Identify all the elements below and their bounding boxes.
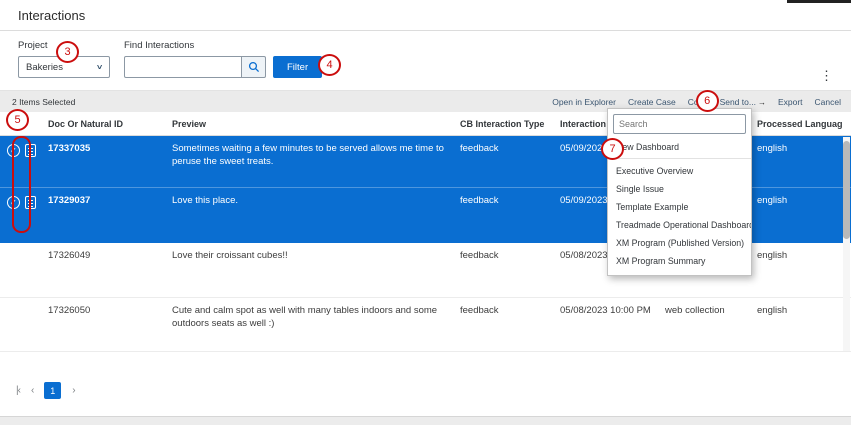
menu-item-xm-program-summary[interactable]: XM Program Summary bbox=[608, 252, 751, 270]
cancel-action[interactable]: Cancel bbox=[815, 97, 841, 107]
find-interactions-row: Filter bbox=[124, 56, 322, 78]
menu-item-template-example[interactable]: Template Example bbox=[608, 198, 751, 216]
toolbar-actions: Open in Explorer Create Case Copy 6 Send… bbox=[552, 97, 841, 107]
preview-cell: Sometimes waiting a few minutes to be se… bbox=[168, 136, 456, 187]
selection-status: 2 Items Selected bbox=[12, 97, 75, 107]
table-row[interactable]: 17326050 Cute and calm spot as well with… bbox=[0, 298, 851, 352]
menu-item-treadmade-operational-dashboard[interactable]: Treadmade Operational Dashboard bbox=[608, 216, 751, 234]
menu-item-single-issue[interactable]: Single Issue bbox=[608, 180, 751, 198]
send-to-action[interactable]: Send to...→ bbox=[720, 97, 766, 107]
filter-bar: Project Bakeries ∨ Find Interactions Fil… bbox=[0, 31, 851, 90]
next-page-button[interactable]: › bbox=[72, 385, 74, 396]
interaction-type-cell: feedback bbox=[456, 298, 556, 351]
interaction-type-cell: feedback bbox=[456, 243, 556, 297]
doc-id-cell[interactable]: 17326050 bbox=[44, 298, 168, 351]
annotation-highlight-rect bbox=[12, 136, 31, 233]
interaction-date-cell: 05/08/2023 10:00 PM bbox=[556, 298, 661, 351]
preview-cell: Love their croissant cubes!! bbox=[168, 243, 456, 297]
annotation-step-7: 7 bbox=[601, 138, 624, 160]
pagination: |‹ ‹ 1 › bbox=[16, 382, 851, 399]
language-cell: english bbox=[753, 136, 842, 187]
open-in-explorer-action[interactable]: Open in Explorer bbox=[552, 97, 616, 107]
interaction-type-cell: feedback bbox=[456, 136, 556, 187]
menu-item-executive-overview[interactable]: Executive Overview bbox=[608, 162, 751, 180]
annotation-step-6: 6 bbox=[696, 90, 719, 112]
preview-column-header[interactable]: Preview bbox=[168, 119, 456, 129]
footer-strip bbox=[0, 416, 851, 425]
language-cell: english bbox=[753, 243, 842, 297]
menu-search-input[interactable] bbox=[613, 114, 746, 134]
language-column-header[interactable]: Processed Language bbox=[753, 119, 842, 129]
language-cell: english bbox=[753, 188, 842, 243]
screen-edge-artifact bbox=[787, 0, 851, 3]
send-to-dropdown-menu: 7 New Dashboard Executive Overview Singl… bbox=[607, 108, 752, 276]
source-cell: web collection bbox=[661, 298, 753, 351]
preview-cell: Cute and calm spot as well with many tab… bbox=[168, 298, 456, 351]
doc-id-cell[interactable]: 17329037 bbox=[44, 188, 168, 243]
interaction-type-cell: feedback bbox=[456, 188, 556, 243]
project-selected-value: Bakeries bbox=[26, 62, 63, 73]
menu-item-xm-program-published[interactable]: XM Program (Published Version) bbox=[608, 234, 751, 252]
send-to-label: Send to... bbox=[720, 97, 756, 107]
annotation-step-4: 4 bbox=[318, 54, 341, 76]
page-title: Interactions bbox=[0, 0, 851, 31]
menu-item-new-dashboard[interactable]: New Dashboard bbox=[608, 138, 751, 159]
copy-action[interactable]: Copy 6 bbox=[688, 97, 708, 107]
find-interactions-field: Find Interactions Filter bbox=[124, 40, 322, 78]
doc-id-column-header[interactable]: Doc Or Natural ID bbox=[44, 119, 168, 129]
scrollbar-thumb[interactable] bbox=[843, 141, 850, 239]
doc-id-cell[interactable]: 17326049 bbox=[44, 243, 168, 297]
create-case-action[interactable]: Create Case bbox=[628, 97, 676, 107]
search-button[interactable] bbox=[242, 56, 266, 78]
search-icon bbox=[248, 61, 260, 73]
row-selection-cell[interactable] bbox=[0, 243, 44, 297]
first-page-button[interactable]: |‹ bbox=[16, 385, 20, 396]
current-page-indicator[interactable]: 1 bbox=[44, 382, 61, 399]
filter-button[interactable]: Filter bbox=[273, 56, 322, 78]
chevron-down-icon: ∨ bbox=[96, 63, 104, 71]
doc-id-cell[interactable]: 17337035 bbox=[44, 136, 168, 187]
annotation-step-5: 5 bbox=[6, 109, 29, 131]
annotation-step-3: 3 bbox=[56, 41, 79, 63]
vertical-scrollbar[interactable] bbox=[843, 137, 850, 351]
find-interactions-label: Find Interactions bbox=[124, 40, 322, 51]
preview-cell: Love this place. bbox=[168, 188, 456, 243]
language-cell: english bbox=[753, 298, 842, 351]
overflow-menu-icon[interactable]: ⋮ bbox=[816, 67, 837, 85]
cursor-arrow-icon: → bbox=[758, 98, 766, 107]
previous-page-button[interactable]: ‹ bbox=[31, 385, 33, 396]
export-action[interactable]: Export bbox=[778, 97, 803, 107]
interaction-type-column-header[interactable]: CB Interaction Type bbox=[456, 119, 556, 129]
row-selection-cell[interactable] bbox=[0, 298, 44, 351]
find-interactions-input[interactable] bbox=[124, 56, 242, 78]
